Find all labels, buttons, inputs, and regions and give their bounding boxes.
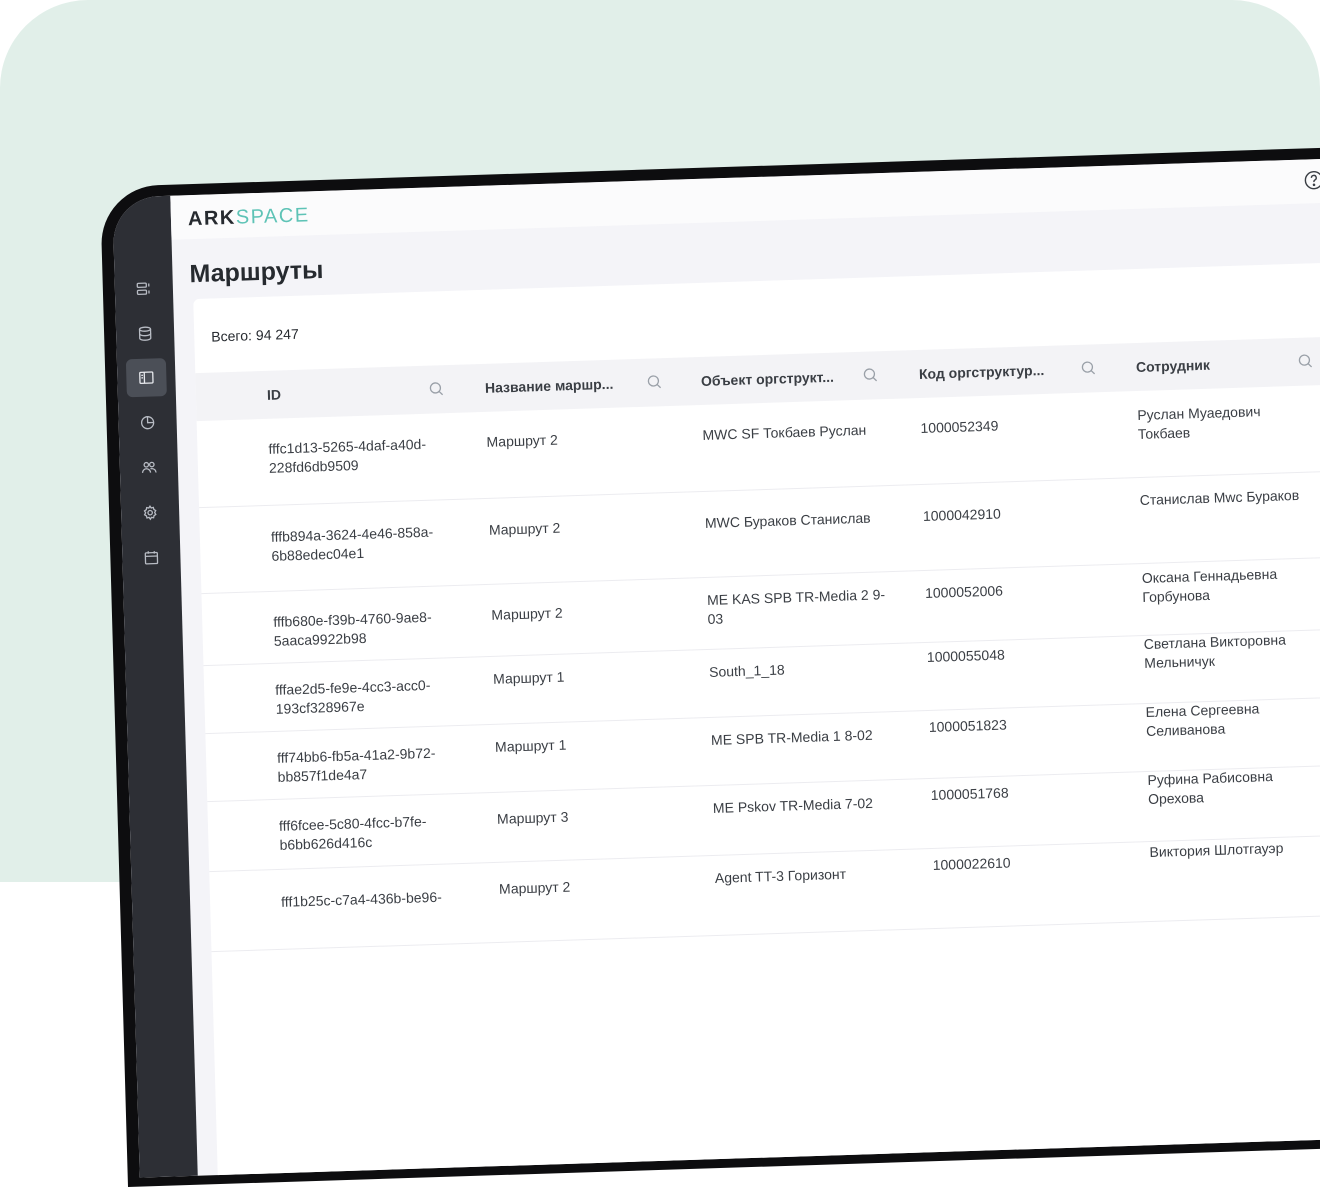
cell-org-code: 1000022610: [932, 851, 1103, 875]
cell-employee: Станислав Mwc Бураков: [1139, 485, 1320, 510]
cell-route-name: Маршрут 2: [489, 515, 660, 539]
sidebar-item-database[interactable]: [125, 314, 166, 353]
sidebar-item-analytics[interactable]: [127, 403, 168, 442]
search-icon[interactable]: [647, 374, 662, 389]
cell-id: fffae2d5-fe9e-4cc3-acc0-193cf328967e: [275, 675, 461, 719]
help-icon[interactable]: [1303, 169, 1320, 192]
sidebar-item-calendar[interactable]: [131, 538, 172, 577]
cell-id: fff1b25c-c7a4-436b-be96-: [281, 887, 467, 912]
search-icon[interactable]: [1081, 360, 1096, 375]
sidebar-item-routes[interactable]: [126, 358, 167, 397]
cell-org-object: South_1_18: [709, 657, 905, 682]
column-header-org-code[interactable]: Код оргструктур...: [919, 362, 1045, 382]
tablet-device: ARKSPACE Маршруты Всего:94 247 ID Назван…: [100, 145, 1320, 1069]
column-header-employee[interactable]: Сотрудник: [1136, 357, 1210, 375]
cell-org-object: ME KAS SPB TR-Media 2 9-03: [707, 585, 888, 629]
search-icon[interactable]: [429, 381, 444, 396]
sidebar-item-settings[interactable]: [130, 493, 171, 532]
cell-route-name: Маршрут 2: [486, 427, 657, 451]
cell-id: fff6fcee-5c80-4fcc-b7fe-b6bb626d416c: [279, 811, 465, 855]
cell-org-object: Agent TT-3 Горизонт: [715, 863, 911, 888]
cell-route-name: Маршрут 1: [493, 664, 664, 688]
calendar-icon: [143, 549, 159, 566]
total-count: Всего:94 247: [211, 326, 299, 345]
cell-employee: Оксана Геннадьевна Горбунова: [1142, 564, 1303, 607]
cell-route-name: Маршрут 2: [491, 600, 662, 624]
routes-panel-icon: [138, 369, 154, 386]
cell-org-code: 1000052349: [920, 414, 1091, 438]
main-content: ARKSPACE Маршруты Всего:94 247 ID Назван…: [170, 153, 1320, 1175]
cell-employee: Руфина Рабисовна Орехова: [1147, 766, 1298, 809]
cell-employee: Елена Сергеевна Селиванова: [1145, 698, 1296, 741]
cell-org-object: MWC SF Токбаев Руслан: [702, 420, 898, 445]
column-header-route-name[interactable]: Название маршр...: [485, 376, 614, 396]
cell-org-code: 1000055048: [927, 643, 1098, 667]
cell-org-code: 1000052006: [925, 579, 1096, 603]
cell-org-object: MWC Бураков Станислав: [705, 508, 901, 533]
cell-route-name: Маршрут 2: [499, 874, 670, 898]
cell-org-code: 1000051768: [931, 781, 1102, 805]
arkspace-logo[interactable]: ARKSPACE: [188, 204, 310, 231]
column-header-org-object[interactable]: Объект оргструкт...: [701, 369, 834, 389]
sidebar-item-list[interactable]: [123, 269, 164, 308]
cell-org-object: ME Pskov TR-Media 7-02: [713, 793, 909, 818]
users-icon: [141, 459, 157, 476]
search-icon[interactable]: [863, 367, 878, 382]
cell-id: fffc1d13-5265-4daf-a40d-228fd6db9509: [268, 434, 454, 478]
total-value: 94 247: [256, 326, 299, 343]
cell-employee: Светлана Викторовна Мельничук: [1143, 630, 1304, 673]
cell-org-code: 1000042910: [923, 502, 1094, 526]
cell-employee: Виктория Шлотгауэр: [1149, 837, 1320, 862]
database-icon: [137, 325, 153, 342]
page-title: Маршруты: [189, 256, 324, 289]
cell-employee: Руслан Муаедович Токбаев: [1137, 401, 1288, 444]
cell-route-name: Маршрут 3: [497, 804, 668, 828]
logo-space: SPACE: [236, 204, 310, 228]
cell-org-object: ME SPB TR-Media 1 8-02: [711, 725, 907, 750]
app-screen: ARKSPACE Маршруты Всего:94 247 ID Назван…: [112, 153, 1320, 1177]
cell-org-code: 1000051823: [929, 713, 1100, 737]
cell-route-name: Маршрут 1: [495, 732, 666, 756]
routes-table-card: Всего:94 247 ID Название маршр... Объект…: [193, 258, 1320, 1178]
sidebar-item-users[interactable]: [128, 448, 169, 487]
total-label: Всего:: [211, 327, 252, 344]
pie-chart-icon: [139, 414, 155, 431]
cell-id: fff74bb6-fb5a-41a2-9b72-bb857f1de4a7: [277, 743, 463, 787]
column-header-id[interactable]: ID: [267, 386, 281, 402]
cell-id: fffb894a-3624-4e46-858a-6b88edec04e1: [271, 522, 457, 566]
list-icon: [136, 280, 152, 297]
search-icon[interactable]: [1298, 353, 1313, 368]
gear-icon: [142, 504, 158, 521]
cell-id: fffb680e-f39b-4760-9ae8-5aaca9922b98: [273, 607, 459, 651]
logo-ark: ARK: [188, 207, 236, 231]
